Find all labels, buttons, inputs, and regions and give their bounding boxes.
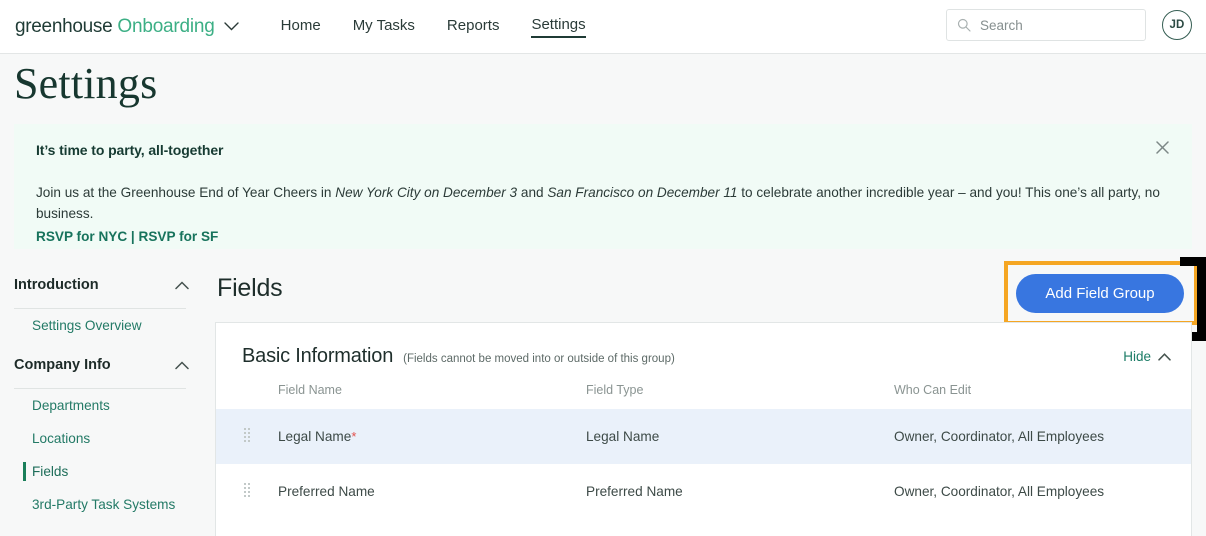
announcement-banner: It’s time to party, all-together Join us… [14, 124, 1192, 249]
avatar[interactable]: JD [1162, 10, 1192, 40]
nav-link-reports[interactable]: Reports [447, 17, 500, 37]
top-navigation-bar: greenhouse Onboarding Home My Tasks Repo… [0, 0, 1206, 54]
section-heading-fields: Fields [217, 274, 283, 302]
field-group-title: Basic Information [242, 345, 394, 367]
chevron-up-icon [175, 360, 189, 370]
page-title: Settings [14, 59, 158, 108]
cell-who-can-edit: Owner, Coordinator, All Employees [894, 484, 1105, 499]
row-drag-cell [216, 409, 278, 464]
rsvp-link-separator: | [127, 229, 139, 244]
search-icon [957, 18, 971, 32]
column-header-field-name: Field Name [278, 383, 342, 397]
hide-field-group-toggle[interactable]: Hide [1123, 349, 1171, 364]
nav-link-my-tasks[interactable]: My Tasks [353, 17, 415, 37]
banner-body-emphasis-nyc: New York City on December 3 [335, 185, 518, 200]
sidebar-item-locations[interactable]: Locations [0, 422, 205, 455]
app-page: greenhouse Onboarding Home My Tasks Repo… [0, 0, 1206, 536]
sidebar-group-title: Company Info [14, 357, 111, 373]
drag-handle-icon[interactable] [244, 428, 252, 442]
banner-body-emphasis-sf: San Francisco on December 11 [547, 185, 738, 200]
avatar-initials: JD [1169, 19, 1185, 31]
rsvp-sf-link[interactable]: RSVP for SF [139, 229, 219, 244]
close-icon[interactable] [1152, 137, 1172, 157]
banner-body: Join us at the Greenhouse End of Year Ch… [36, 182, 1170, 247]
field-name-text: Legal Name [278, 429, 352, 444]
sidebar-item-settings-overview[interactable]: Settings Overview [0, 309, 205, 342]
fields-table-header: Field Name Field Type Who Can Edit [216, 383, 1191, 409]
column-header-field-type: Field Type [586, 383, 644, 397]
nav-link-home[interactable]: Home [281, 17, 321, 37]
field-group-card-basic-information: Basic Information (Fields cannot be move… [215, 322, 1192, 536]
cell-field-type: Legal Name [586, 409, 894, 464]
row-drag-cell [216, 464, 278, 519]
fields-table: Field Name Field Type Who Can Edit Legal… [216, 383, 1191, 519]
brand-logo-menu[interactable]: greenhouse Onboarding [15, 16, 239, 38]
chevron-down-icon [223, 22, 239, 31]
chevron-up-icon [1158, 352, 1171, 361]
nav-right-cluster: JD [946, 9, 1192, 41]
cell-field-name: Legal Name* [278, 409, 586, 464]
banner-rsvp-links: RSVP for NYC | RSVP for SF [36, 226, 1170, 247]
cell-who-can-edit: Owner, Coordinator, All Employees [894, 409, 1191, 464]
banner-body-part2: and [517, 185, 548, 200]
search-input[interactable] [980, 17, 1135, 33]
table-header-row: Field Name Field Type Who Can Edit [216, 383, 1191, 409]
search-box[interactable] [946, 9, 1146, 41]
table-row[interactable]: Preferred Name Preferred Name Owner, Coo… [216, 464, 1191, 519]
cell-field-type: Preferred Name [586, 484, 683, 499]
sidebar-group-title: Introduction [14, 277, 99, 293]
field-group-note: (Fields cannot be moved into or outside … [403, 353, 675, 365]
settings-sidebar: Introduction Settings Overview Company I… [0, 270, 205, 536]
chevron-up-icon [175, 280, 189, 290]
brand-product-name: Onboarding [117, 15, 215, 37]
sidebar-item-departments[interactable]: Departments [0, 389, 205, 422]
sidebar-item-3rd-party-task-systems[interactable]: 3rd-Party Task Systems [0, 488, 205, 521]
drag-handle-icon[interactable] [244, 483, 252, 497]
sidebar-item-fields[interactable]: Fields [0, 455, 205, 488]
cell-field-name: Preferred Name [278, 464, 586, 519]
brand-name: greenhouse [15, 15, 113, 37]
column-header-who-can-edit: Who Can Edit [894, 383, 972, 397]
field-group-card-header: Basic Information (Fields cannot be move… [216, 323, 1191, 383]
table-row[interactable]: Legal Name* Legal Name Owner, Coordinato… [216, 409, 1191, 464]
banner-body-part1: Join us at the Greenhouse End of Year Ch… [36, 185, 336, 200]
nav-link-settings[interactable]: Settings [531, 16, 586, 38]
rsvp-nyc-link[interactable]: RSVP for NYC [36, 229, 127, 244]
field-name-text: Preferred Name [278, 484, 375, 499]
add-field-group-button[interactable]: Add Field Group [1016, 274, 1184, 313]
hide-label: Hide [1123, 349, 1151, 364]
sidebar-group-company-info[interactable]: Company Info [0, 350, 205, 380]
primary-nav-links: Home My Tasks Reports Settings [281, 16, 586, 38]
banner-title: It’s time to party, all-together [36, 142, 224, 158]
sidebar-group-introduction[interactable]: Introduction [0, 270, 205, 300]
fields-table-body: Legal Name* Legal Name Owner, Coordinato… [216, 409, 1191, 519]
column-header-handle [216, 383, 278, 409]
required-asterisk: * [351, 429, 357, 444]
